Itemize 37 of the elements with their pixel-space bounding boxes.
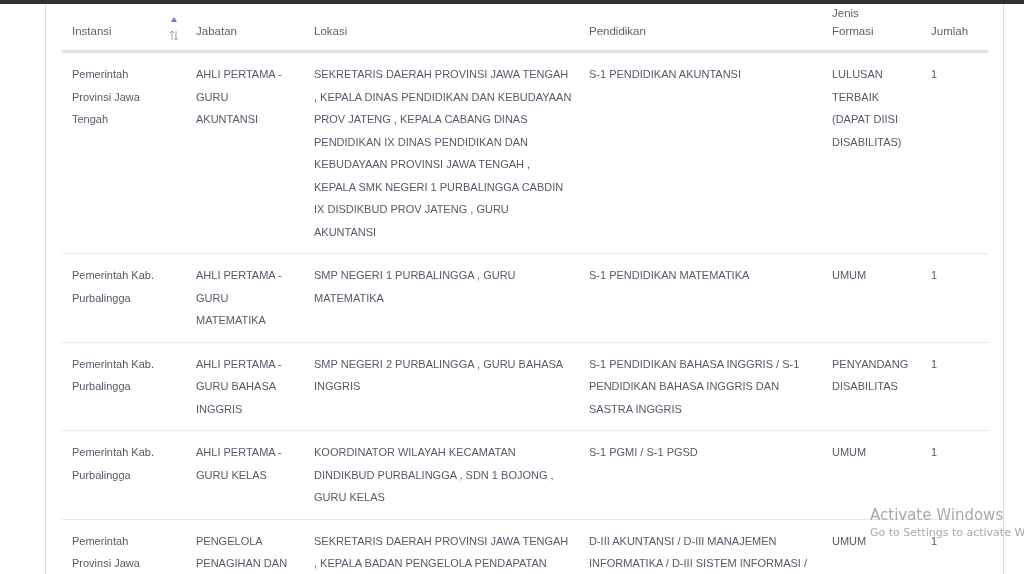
sort-icon[interactable] [168, 16, 180, 42]
table-cell: S-1 PENDIDIKAN AKUNTANSI [589, 68, 741, 80]
table-cell: UMUM [832, 446, 867, 458]
table-cell: SMP NEGERI 1 PURBALINGGA , GURU MATEMATIKA [314, 269, 516, 304]
table-cell: PENGELOLA PENAGIHAN DAN [196, 534, 288, 569]
table-cell: 1 [931, 446, 938, 458]
table-cell: AHLI PERTAMA - GURU AKUNTANSI [196, 68, 282, 125]
column-header[interactable]: Jenis Formasi [832, 4, 881, 40]
column-header[interactable]: Pendidikan [589, 22, 646, 40]
column-header[interactable]: Lokasi [314, 22, 348, 40]
column-header[interactable]: Instansi [72, 22, 112, 40]
activation-notice-title: Activate Windows [870, 505, 1004, 525]
table-cell: SMP NEGERI 2 PURBALINGGA , GURU BAHASA INGGRIS [314, 357, 563, 392]
table-cell: SEKRETARIS DAERAH PROVINSI JAWA TENGAH , KEPALA BADAN PENGELOLA PENDAPATAN [314, 534, 569, 569]
table-cell: 1 [931, 269, 938, 281]
table-cell: UMUM [832, 269, 867, 281]
column-header[interactable]: Jabatan [196, 22, 237, 40]
table-cell: Pemerintah Kab. Purbalingga [72, 269, 154, 304]
table-cell: S-1 PGMI / S-1 PGSD [589, 446, 698, 458]
table-cell: Pemerintah Provinsi Jawa Tengah [72, 68, 140, 125]
table-cell: S-1 PENDIDIKAN MATEMATIKA [589, 269, 750, 281]
table-cell: AHLI PERTAMA - GURU BAHASA INGGRIS [196, 357, 282, 415]
table-cell: PENYANDANG DISABILITAS [832, 357, 909, 392]
table-cell: UMUM [832, 534, 867, 547]
table-cell: Pemerintah Kab. Purbalingga [72, 357, 154, 392]
table-cell: KOORDINATOR WILAYAH KECAMATAN DINDIKBUD PURBALINGGA , SDN 1 BOJONG , GURU KELAS [314, 446, 554, 503]
table-cell: LULUSAN TERBAIK (DAPAT DIISI DISABILITAS) [832, 68, 902, 148]
table-cell: D-III AKUNTANSI / D-III MANAJEMEN INFORMATIKA / D-III SISTEM INFORMASI / [589, 534, 807, 569]
table-cell: AHLI PERTAMA - GURU KELAS [196, 446, 282, 481]
table-cell: Pemerintah Provinsi Jawa [72, 534, 140, 569]
table-cell: 1 [931, 357, 938, 370]
table-cell: S-1 PENDIDIKAN BAHASA INGGRIS / S-1 PENDIDIKAN BAHASA INGGRIS DAN SASTRA INGGRIS [589, 357, 800, 415]
table-cell: 1 [931, 68, 938, 80]
table-cell: Pemerintah Kab. Purbalingga [72, 446, 154, 481]
table-cell: SEKRETARIS DAERAH PROVINSI JAWA TENGAH , KEPALA DINAS PENDIDIKAN DAN KEBUDAYAAN PROV JATENG , KEPALA CABANG DINAS PENDIDIKAN IX DINAS PENDIDIKAN DAN KEBUDAYAAN PROVINSI JAWA TENGAH , KEPALA SMK NEGERI 1 PURBALINGGA CABDIN IX DISDIKBUD PROV JATENG , GURU AKUNTANSI [314, 68, 572, 238]
table-cell: AHLI PERTAMA - GURU MATEMATIKA [196, 269, 282, 326]
column-header[interactable]: Jumlah [931, 22, 969, 40]
